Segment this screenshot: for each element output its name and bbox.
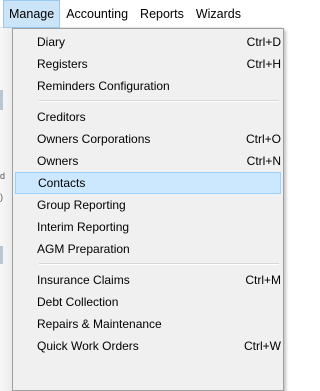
menu-wizards[interactable]: Wizards [190,0,247,28]
menu-item-label: Contacts [38,176,86,190]
menu-item-shortcut: Ctrl+N [246,154,281,168]
menu-separator [39,263,279,265]
menu-item-agm-preparation[interactable]: AGM Preparation [15,238,281,260]
background-window-edge [0,90,3,110]
menu-item-owners-corporations[interactable]: Owners Corporations Ctrl+O [15,128,281,150]
menu-item-label: AGM Preparation [37,242,130,256]
menu-item-label: Repairs & Maintenance [37,317,162,331]
menu-item-quick-work-orders[interactable]: Quick Work Orders Ctrl+W [15,335,281,357]
menu-item-debt-collection[interactable]: Debt Collection [15,291,281,313]
menu-item-shortcut: Ctrl+D [246,35,281,49]
menu-item-shortcut: Ctrl+H [246,57,281,71]
menu-item-registers[interactable]: Registers Ctrl+H [15,53,281,75]
menu-item-creditors[interactable]: Creditors [15,106,281,128]
menu-item-label: Debt Collection [37,295,119,309]
background-window-edge [0,246,3,264]
manage-dropdown-menu: Diary Ctrl+D Registers Ctrl+H Reminders Conf… [12,28,284,391]
background-window-text: d [0,171,6,181]
menu-item-label: Diary [37,35,66,49]
menu-item-shortcut: Ctrl+M [245,273,281,287]
background-window: d ) [0,28,12,391]
menu-item-diary[interactable]: Diary Ctrl+D [15,31,281,53]
menu-item-group-reporting[interactable]: Group Reporting [15,194,281,216]
menu-item-label: Interim Reporting [37,220,130,234]
menu-item-interim-reporting[interactable]: Interim Reporting [15,216,281,238]
menu-item-label: Quick Work Orders [37,339,139,353]
menu-item-owners[interactable]: Owners Ctrl+N [15,150,281,172]
menu-item-repairs-and-maintenance[interactable]: Repairs & Maintenance [15,313,281,335]
menu-bar: Manage Accounting Reports Wizards [0,0,282,28]
menu-item-label: Insurance Claims [37,273,130,287]
menu-reports[interactable]: Reports [134,0,190,28]
menu-item-label: Owners [37,154,79,168]
menu-item-contacts[interactable]: Contacts [15,172,281,194]
menu-item-reminders-configuration[interactable]: Reminders Configuration [15,75,281,97]
menu-item-label: Owners Corporations [37,132,151,146]
menu-manage[interactable]: Manage [3,0,61,28]
menu-accounting[interactable]: Accounting [60,0,134,28]
menu-item-insurance-claims[interactable]: Insurance Claims Ctrl+M [15,269,281,291]
menu-item-label: Reminders Configuration [37,79,170,93]
menu-item-label: Group Reporting [37,198,126,212]
menu-item-label: Creditors [37,110,86,124]
menu-item-shortcut: Ctrl+W [244,339,281,353]
background-window-text: ) [0,192,3,202]
menu-item-shortcut: Ctrl+O [245,132,281,146]
menu-separator [39,100,279,102]
menu-item-label: Registers [37,57,88,71]
